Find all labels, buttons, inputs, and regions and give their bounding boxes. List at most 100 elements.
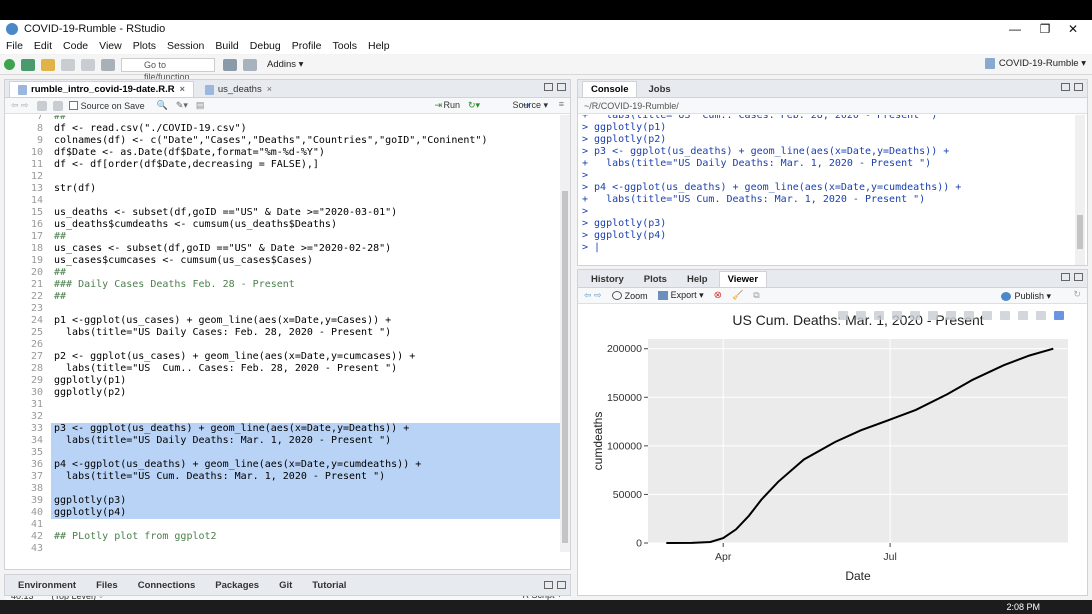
- maximize-console-icon[interactable]: [1074, 83, 1083, 91]
- tab-jobs[interactable]: Jobs: [639, 81, 679, 97]
- addins-menu[interactable]: Addins ▾: [267, 59, 303, 70]
- refresh-viewer-icon[interactable]: ⧉: [753, 290, 759, 301]
- code-line[interactable]: 40 ggplotly(p4): [5, 507, 560, 519]
- grid-layout-icon[interactable]: [243, 58, 257, 71]
- code-line[interactable]: 11 df <- df[order(df$Date,decreasing = FA…: [5, 159, 560, 171]
- code-line[interactable]: 13 str(df): [5, 183, 560, 195]
- menu-plots[interactable]: Plots: [133, 40, 156, 52]
- code-editor[interactable]: 7 ## 8 df <- read.csv("./COVID-19.csv") 9 col…: [5, 115, 560, 552]
- new-file-icon[interactable]: [4, 59, 15, 70]
- tab-plots[interactable]: Plots: [635, 271, 676, 287]
- git-icon[interactable]: [223, 58, 237, 71]
- code-line[interactable]: 24 p1 <-ggplot(us_cases) + geom_line(aes(…: [5, 315, 560, 327]
- code-line[interactable]: 23: [5, 303, 560, 315]
- restore-pane-icon[interactable]: [544, 581, 553, 589]
- minimize-console-icon[interactable]: [1061, 83, 1070, 91]
- code-line[interactable]: 41: [5, 519, 560, 531]
- code-line[interactable]: 8 df <- read.csv("./COVID-19.csv"): [5, 123, 560, 135]
- menu-edit[interactable]: Edit: [34, 40, 52, 52]
- code-line[interactable]: 27 p2 <- ggplot(us_cases) + geom_line(aes…: [5, 351, 560, 363]
- source-button[interactable]: Source ▾: [512, 100, 548, 111]
- menu-view[interactable]: View: [99, 40, 122, 52]
- code-line[interactable]: 7 ##: [5, 115, 560, 123]
- tab-packages[interactable]: Packages: [206, 576, 268, 594]
- code-line[interactable]: 17 ##: [5, 231, 560, 243]
- compile-report-icon[interactable]: ▤: [196, 100, 205, 111]
- back-icon[interactable]: ⇦ ⇨: [11, 100, 29, 111]
- code-line[interactable]: 16 us_deaths$cumdeaths <- cumsum(us_death…: [5, 219, 560, 231]
- clear-viewer-icon[interactable]: 🧹: [732, 290, 743, 301]
- code-line[interactable]: 14: [5, 195, 560, 207]
- tab-git[interactable]: Git: [270, 576, 301, 594]
- editor-scroll-thumb[interactable]: [562, 191, 568, 543]
- tab-console[interactable]: Console: [582, 81, 638, 97]
- minimize-pane-icon[interactable]: [544, 83, 553, 91]
- tab-tutorial[interactable]: Tutorial: [303, 576, 355, 594]
- modebar-reset-icon[interactable]: [982, 311, 992, 320]
- show-in-window-icon[interactable]: [36, 100, 47, 111]
- code-line[interactable]: 31: [5, 399, 560, 411]
- viewer-refresh-icon[interactable]: ↻: [1073, 289, 1081, 300]
- tab-help[interactable]: Help: [678, 271, 717, 287]
- code-line[interactable]: 20 ##: [5, 267, 560, 279]
- editor-save-icon[interactable]: [52, 100, 63, 111]
- modebar-lasso-icon[interactable]: [910, 311, 920, 320]
- modebar-plotly-logo-icon[interactable]: [1054, 311, 1064, 320]
- find-icon[interactable]: 🔍: [157, 100, 168, 111]
- menu-session[interactable]: Session: [167, 40, 204, 52]
- code-line[interactable]: 29 ggplotly(p1): [5, 375, 560, 387]
- code-line[interactable]: 26: [5, 339, 560, 351]
- close-tab-icon[interactable]: ×: [267, 82, 272, 97]
- modebar-zoom-icon[interactable]: [856, 311, 866, 320]
- modebar-zoom-out-icon[interactable]: [946, 311, 956, 320]
- code-line[interactable]: 21 ### Daily Cases Deaths Feb. 28 - Prese…: [5, 279, 560, 291]
- close-button[interactable]: ✕: [1058, 20, 1088, 38]
- maximize-env-pane-icon[interactable]: [557, 581, 566, 589]
- code-line[interactable]: 32: [5, 411, 560, 423]
- code-line[interactable]: 25 labs(title="US Daily Cases: Feb. 28, …: [5, 327, 560, 339]
- menu-code[interactable]: Code: [63, 40, 88, 52]
- code-line[interactable]: 37 labs(title="US Cum. Deaths: Mar. 1, 2…: [5, 471, 560, 483]
- menu-help[interactable]: Help: [368, 40, 390, 52]
- editor-tab-1[interactable]: us_deaths ×: [196, 81, 281, 97]
- editor-tab-0[interactable]: rumble_intro_covid-19-date.R.R ×: [9, 81, 194, 97]
- run-button[interactable]: Run: [443, 100, 460, 110]
- modebar-hover-closest-icon[interactable]: [1018, 311, 1028, 320]
- code-line[interactable]: 39 ggplotly(p3): [5, 495, 560, 507]
- modebar-spike-icon[interactable]: [1000, 311, 1010, 320]
- code-line[interactable]: 15 us_deaths <- subset(df,goID =="US" & D…: [5, 207, 560, 219]
- code-line[interactable]: 12: [5, 171, 560, 183]
- code-line[interactable]: 18 us_cases <- subset(df,goID =="US" & Da…: [5, 243, 560, 255]
- code-line[interactable]: 43: [5, 543, 560, 552]
- export-button[interactable]: Export ▾: [657, 290, 704, 301]
- minimize-button[interactable]: —: [1000, 20, 1030, 38]
- code-line[interactable]: 42 ## PLotly plot from ggplot2: [5, 531, 560, 543]
- console-scroll-thumb[interactable]: [1077, 215, 1083, 249]
- source-on-save-checkbox[interactable]: [68, 101, 78, 110]
- open-file-icon[interactable]: [41, 58, 55, 71]
- modebar-pan-icon[interactable]: [874, 311, 884, 320]
- maximize-pane-icon[interactable]: [557, 83, 566, 91]
- tab-environment[interactable]: Environment: [9, 576, 85, 594]
- menu-profile[interactable]: Profile: [292, 40, 322, 52]
- menu-build[interactable]: Build: [215, 40, 238, 52]
- goto-file-input[interactable]: Go to file/function: [121, 57, 215, 82]
- code-line[interactable]: 22 ##: [5, 291, 560, 303]
- outline-icon[interactable]: ≡: [559, 99, 564, 109]
- code-line[interactable]: 36 p4 <-ggplot(us_deaths) + geom_line(aes…: [5, 459, 560, 471]
- modebar-hover-compare-icon[interactable]: [1036, 311, 1046, 320]
- maximize-button[interactable]: ❐: [1030, 20, 1060, 38]
- maximize-viewer-icon[interactable]: [1074, 273, 1083, 281]
- code-line[interactable]: 38: [5, 483, 560, 495]
- publish-button[interactable]: Publish ▾: [1001, 291, 1051, 302]
- save-icon[interactable]: [61, 58, 75, 71]
- menu-file[interactable]: File: [6, 40, 23, 52]
- modebar-zoom-in-icon[interactable]: [928, 311, 938, 320]
- code-line[interactable]: 33 p3 <- ggplot(us_deaths) + geom_line(ae…: [5, 423, 560, 435]
- code-line[interactable]: 9 colnames(df) <- c("Date","Cases","Death…: [5, 135, 560, 147]
- remove-viewer-icon[interactable]: ⊗: [714, 290, 722, 301]
- new-project-icon[interactable]: [21, 58, 35, 71]
- cumdeaths-chart[interactable]: 050000100000150000200000Apr JulUS Cum. De…: [578, 305, 1087, 595]
- code-line[interactable]: 35: [5, 447, 560, 459]
- tab-files[interactable]: Files: [87, 576, 127, 594]
